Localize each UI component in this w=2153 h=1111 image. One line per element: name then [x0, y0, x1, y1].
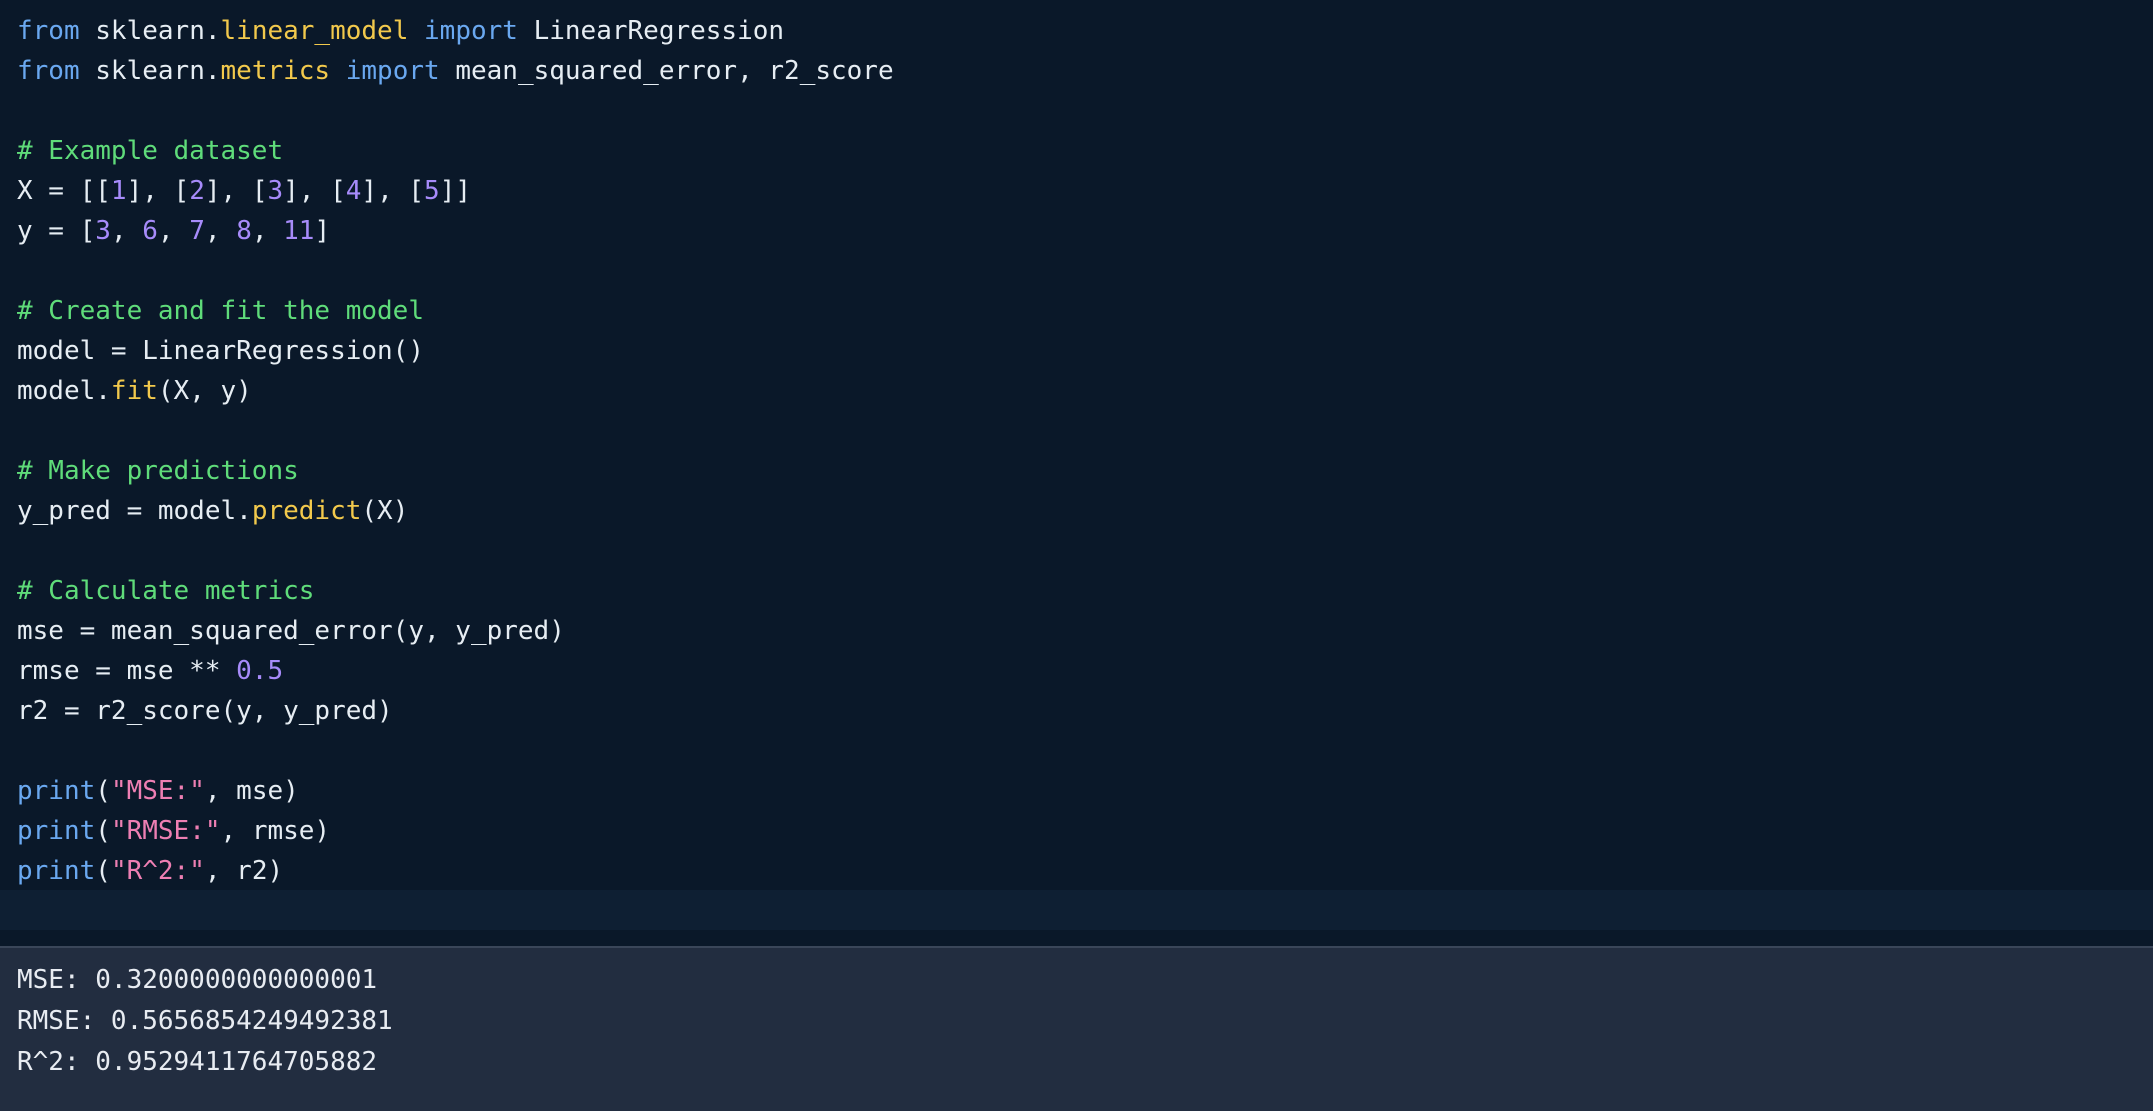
text-token: ], [	[361, 176, 425, 206]
string-token: "MSE:"	[110, 776, 205, 806]
notebook-cell: from sklearn.linear_model import LinearR…	[0, 0, 2153, 1111]
text-token: y_pred = model.	[17, 496, 252, 526]
code-editor[interactable]: from sklearn.linear_model import LinearR…	[0, 0, 2153, 948]
text-token: ], [	[126, 176, 190, 206]
number-token: 5	[424, 176, 440, 206]
code-line[interactable]: # Create and fit the model	[17, 291, 424, 331]
text-token: LinearRegression	[517, 16, 785, 46]
text-token: ]]	[439, 176, 472, 206]
number-token: 7	[189, 216, 205, 246]
number-token: 0.5	[236, 656, 284, 686]
text-token: mean_squared_error, r2_score	[439, 56, 894, 86]
current-line-highlight	[0, 890, 2153, 930]
comment-token: # Calculate metrics	[17, 576, 315, 606]
text-token: ]	[314, 216, 331, 246]
number-token: 2	[189, 176, 205, 206]
keyword-token: import	[424, 16, 518, 46]
text-token: , mse)	[204, 776, 299, 806]
output-line-r2: R^2: 0.9529411764705882	[17, 1047, 378, 1077]
text-token: (X, y)	[157, 376, 252, 406]
code-line[interactable]: from sklearn.metrics import mean_squared…	[17, 51, 894, 91]
text-token: model.	[17, 376, 111, 406]
number-token: 4	[345, 176, 362, 206]
code-line[interactable]: y = [3, 6, 7, 8, 11]	[17, 211, 330, 251]
function-token: predict	[251, 496, 362, 526]
keyword-token: import	[345, 56, 440, 86]
number-token: 3	[267, 176, 284, 206]
keyword-token: from	[17, 56, 80, 86]
text-token: y = [	[17, 216, 96, 246]
text-token: ,	[110, 216, 143, 246]
text-token: ,	[251, 216, 284, 246]
text-token: , rmse)	[220, 816, 331, 846]
code-line[interactable]: X = [[1], [2], [3], [4], [5]]	[17, 171, 471, 211]
text-token: (X)	[361, 496, 409, 526]
output-line-mse: MSE: 0.3200000000000001	[17, 965, 378, 995]
code-line[interactable]: rmse = mse ** 0.5	[17, 651, 283, 691]
text-token: sklearn.	[79, 16, 221, 46]
number-token: 3	[95, 216, 111, 246]
code-line[interactable]: r2 = r2_score(y, y_pred)	[17, 691, 393, 731]
code-line[interactable]: print("RMSE:", rmse)	[17, 811, 330, 851]
output-line-rmse: RMSE: 0.5656854249492381	[17, 1006, 393, 1036]
text-token: (	[95, 856, 111, 886]
text-token: sklearn.	[79, 56, 221, 86]
comment-token: # Example dataset	[17, 136, 284, 166]
text-token: mse = mean_squared_error(y, y_pred)	[17, 616, 565, 646]
code-line[interactable]: from sklearn.linear_model import LinearR…	[17, 11, 784, 51]
text-token: , r2)	[204, 856, 284, 886]
text-token: rmse = mse **	[17, 656, 237, 686]
string-token: "R^2:"	[110, 856, 205, 886]
text-token: (	[95, 816, 111, 846]
code-line[interactable]: # Example dataset	[17, 131, 283, 171]
function-token: fit	[110, 376, 158, 406]
keyword-token: print	[17, 776, 96, 806]
code-line[interactable]: model.fit(X, y)	[17, 371, 252, 411]
number-token: 1	[110, 176, 127, 206]
output-panel: MSE: 0.3200000000000001 RMSE: 0.56568542…	[0, 946, 2153, 1111]
code-line[interactable]: # Make predictions	[17, 451, 299, 491]
text-token: model = LinearRegression()	[17, 336, 424, 366]
comment-token: # Make predictions	[17, 456, 299, 486]
keyword-token: print	[17, 816, 96, 846]
function-token: metrics	[220, 56, 331, 86]
text-token: (	[95, 776, 111, 806]
string-token: "RMSE:"	[110, 816, 221, 846]
keyword-token: print	[17, 856, 96, 886]
code-line[interactable]: print("MSE:", mse)	[17, 771, 299, 811]
number-token: 8	[236, 216, 252, 246]
text-token: ,	[204, 216, 237, 246]
code-line[interactable]: y_pred = model.predict(X)	[17, 491, 408, 531]
function-token: linear_model	[220, 16, 409, 46]
comment-token: # Create and fit the model	[17, 296, 424, 326]
keyword-token: from	[17, 16, 80, 46]
number-token: 11	[283, 216, 315, 246]
code-line[interactable]: model = LinearRegression()	[17, 331, 424, 371]
text-token: ,	[157, 216, 190, 246]
code-line[interactable]: # Calculate metrics	[17, 571, 314, 611]
text-token: ], [	[204, 176, 268, 206]
code-line[interactable]: print("R^2:", r2)	[17, 851, 283, 891]
number-token: 6	[142, 216, 158, 246]
code-line[interactable]: mse = mean_squared_error(y, y_pred)	[17, 611, 565, 651]
text-token: ], [	[283, 176, 346, 206]
text-token: r2 = r2_score(y, y_pred)	[17, 696, 393, 726]
text-token: X = [[	[17, 176, 111, 206]
